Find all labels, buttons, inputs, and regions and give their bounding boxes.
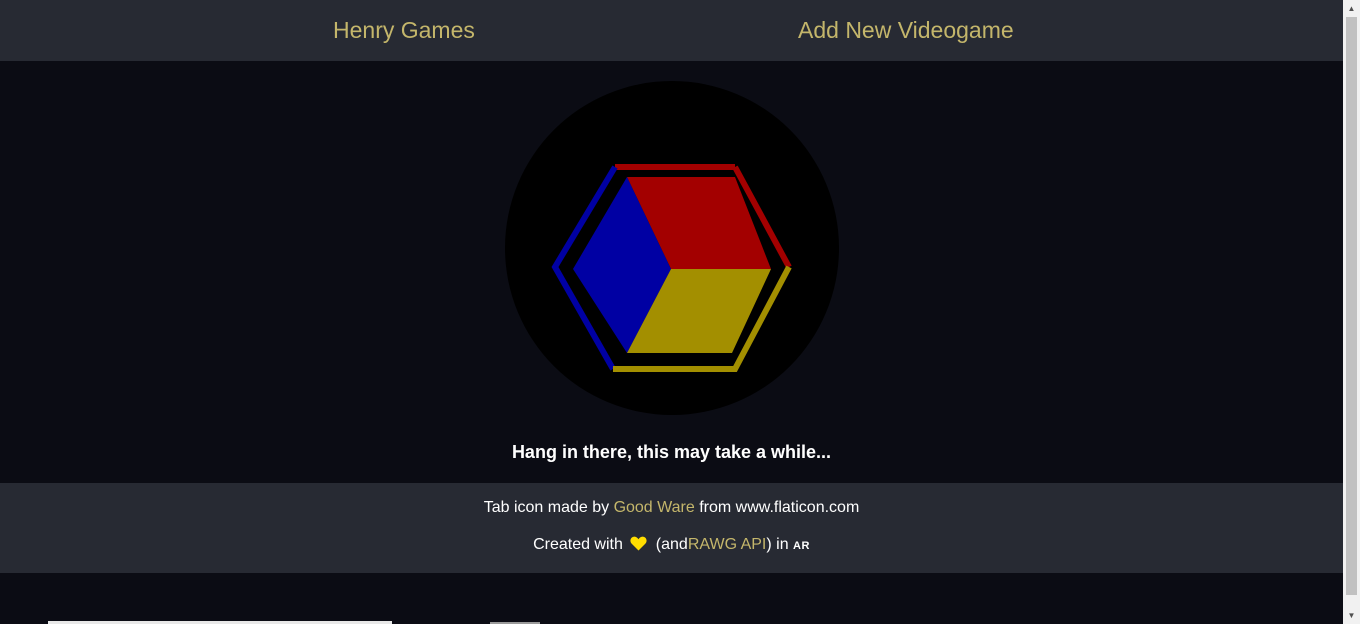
credit-suffix: from www.flaticon.com xyxy=(699,499,860,516)
rawg-api-link[interactable]: RAWG API xyxy=(688,536,767,553)
scroll-thumb[interactable] xyxy=(1346,17,1357,595)
credit-prefix: Tab icon made by xyxy=(483,499,610,516)
created-middle: (and xyxy=(655,536,688,553)
good-ware-link[interactable]: Good Ware xyxy=(614,499,695,516)
footer-created-line: Created with (andRAWG API) in AR xyxy=(0,535,1343,557)
nav-add-videogame-link[interactable]: Add New Videogame xyxy=(798,15,1014,45)
author-initials: AR xyxy=(793,540,810,552)
created-prefix: Created with xyxy=(533,536,623,553)
created-in: ) in xyxy=(766,536,789,553)
page: Henry Games Add New Videogame Hang in th… xyxy=(0,0,1343,624)
loading-message: Hang in there, this may take a while... xyxy=(511,442,832,462)
scroll-down-arrow-icon[interactable]: ▼ xyxy=(1343,607,1360,624)
navbar: Henry Games Add New Videogame xyxy=(0,0,1343,61)
heart-icon xyxy=(630,536,647,557)
loading-section: Hang in there, this may take a while... xyxy=(0,61,1343,483)
footer: Tab icon made by Good Ware from www.flat… xyxy=(0,483,1343,573)
vertical-scrollbar[interactable]: ▲ ▼ xyxy=(1343,0,1360,624)
cube-loader-icon xyxy=(551,164,792,372)
scroll-up-arrow-icon[interactable]: ▲ xyxy=(1343,0,1360,17)
loading-spinner xyxy=(505,81,839,415)
nav-home-link[interactable]: Henry Games xyxy=(333,15,475,45)
footer-credit-line: Tab icon made by Good Ware from www.flat… xyxy=(0,498,1343,518)
